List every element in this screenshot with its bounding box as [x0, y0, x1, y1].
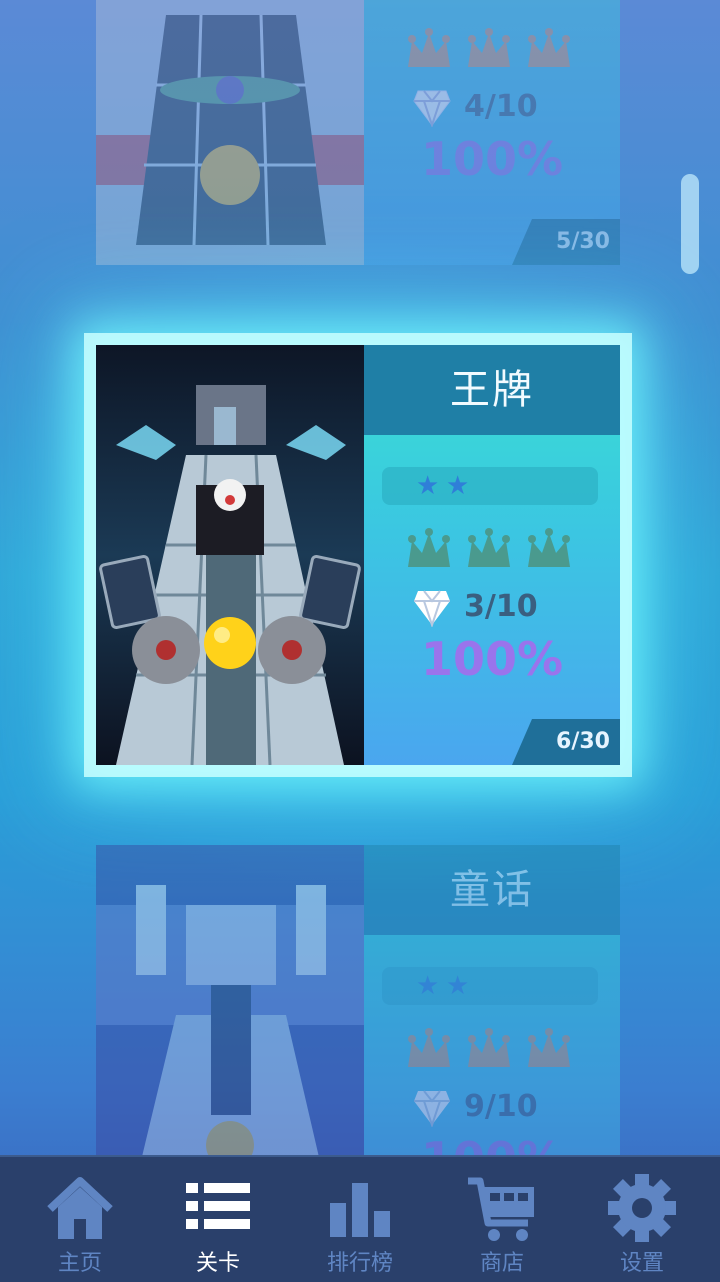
- tab-label: 关卡: [195, 1251, 240, 1276]
- tab-label: 排行榜: [326, 1251, 393, 1276]
- crown-icon: [528, 28, 570, 67]
- bottom-tab-bar: 主页 关卡 排行榜 商店 设置: [0, 1155, 720, 1282]
- star-icon: ★: [446, 471, 470, 501]
- crown-icon: [468, 528, 510, 567]
- diamond-icon: [414, 1090, 450, 1127]
- gem-count: 3/10: [464, 589, 538, 624]
- tab-label: 主页: [57, 1251, 102, 1276]
- crown-icon: [528, 1028, 570, 1067]
- crowns-row: [404, 1027, 584, 1077]
- cart-icon: [468, 1177, 534, 1241]
- level-thumbnail: [96, 345, 364, 765]
- crown-icon: [408, 1028, 450, 1067]
- level-card-selected[interactable]: 王牌 ★ ★ 3/10 100% 6/30: [96, 345, 620, 765]
- level-index: 5/30: [556, 229, 610, 254]
- crowns-row: [404, 27, 584, 77]
- crown-icon: [528, 528, 570, 567]
- crown-icon: [408, 28, 450, 67]
- crown-icon: [408, 528, 450, 567]
- tab-levels[interactable]: 关卡: [146, 1157, 290, 1282]
- tab-label: 设置: [619, 1251, 664, 1276]
- level-index: 6/30: [556, 729, 610, 754]
- scrollbar-thumb[interactable]: [681, 174, 699, 274]
- diamond-icon: [414, 590, 450, 627]
- level-card-previous[interactable]: 4/10 100% 5/30: [96, 0, 620, 265]
- diamond-icon: [413, 90, 451, 127]
- gear-icon: [608, 1174, 676, 1242]
- tab-shop[interactable]: 商店: [430, 1157, 574, 1282]
- difficulty-stars: ★ ★: [382, 967, 598, 1005]
- tab-settings[interactable]: 设置: [570, 1157, 714, 1282]
- difficulty-stars: ★ ★: [382, 467, 598, 505]
- level-index-tab: 6/30: [512, 719, 620, 765]
- gem-count: 9/10: [464, 1089, 538, 1124]
- star-icon: ★: [446, 971, 470, 1001]
- star-icon: ★: [416, 971, 440, 1001]
- list-icon: [186, 1183, 250, 1229]
- completion-percent: 100%: [420, 632, 564, 686]
- crown-icon: [468, 28, 510, 67]
- level-thumbnail: [96, 0, 364, 265]
- level-index-tab: 5/30: [512, 219, 620, 265]
- level-title: 王牌: [364, 345, 620, 435]
- level-info-panel: 4/10 100% 5/30: [364, 0, 620, 265]
- level-title: 童话: [364, 845, 620, 935]
- star-icon: ★: [416, 471, 440, 501]
- crowns-row: [404, 527, 584, 577]
- leaderboard-icon: [330, 1183, 390, 1237]
- home-icon: [47, 1177, 113, 1239]
- level-info-panel: 王牌 ★ ★ 3/10 100% 6/30: [364, 345, 620, 765]
- gem-counter: 4/10: [412, 85, 602, 131]
- gem-count: 4/10: [464, 89, 538, 124]
- completion-percent: 100%: [420, 132, 564, 186]
- tab-label: 商店: [479, 1251, 524, 1276]
- tab-home[interactable]: 主页: [8, 1157, 152, 1282]
- crown-icon: [468, 1028, 510, 1067]
- tab-leaderboard[interactable]: 排行榜: [288, 1157, 432, 1282]
- gem-counter: 3/10: [412, 585, 602, 631]
- gem-counter: 9/10: [412, 1085, 602, 1131]
